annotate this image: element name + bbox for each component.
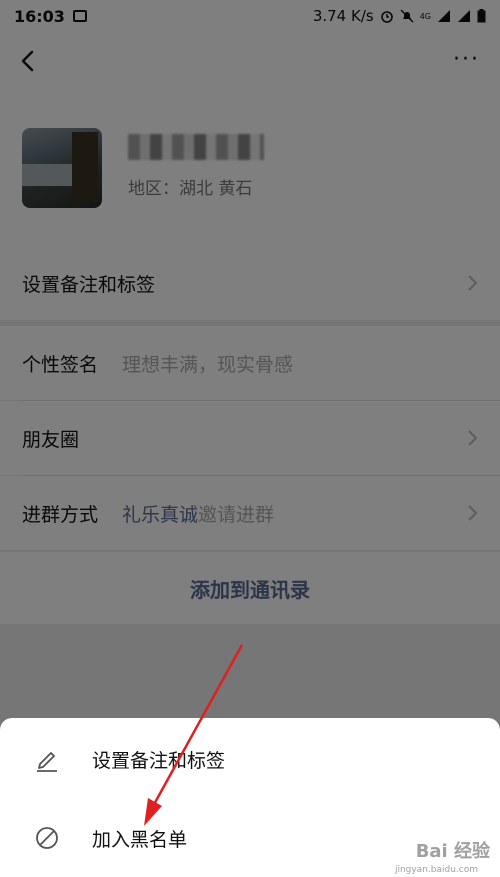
block-icon: [36, 827, 58, 849]
action-set-remark[interactable]: 设置备注和标签: [0, 720, 500, 798]
action-label: 加入黑名单: [92, 828, 188, 851]
pencil-icon: [37, 752, 57, 772]
watermark: Bai 经验: [415, 841, 490, 862]
watermark-sub: jingyan.baidu.com: [394, 865, 478, 875]
action-label: 设置备注和标签: [92, 749, 226, 772]
